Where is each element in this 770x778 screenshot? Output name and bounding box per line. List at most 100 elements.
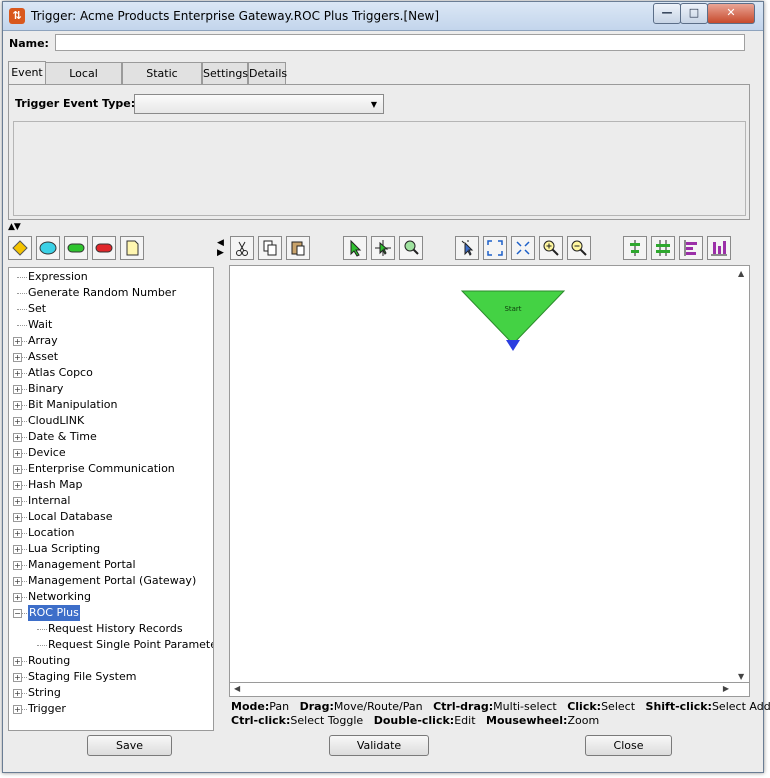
tree-item[interactable]: Generate Random Number [9,285,213,301]
tree-item[interactable]: + Device [9,445,213,461]
expand-icon[interactable]: + [13,593,22,602]
tree-item[interactable]: + Internal [9,493,213,509]
save-button[interactable]: Save [87,735,172,756]
function-tree[interactable]: Expression Generate Random Number Set Wait +… [8,267,214,731]
paste-button[interactable] [286,236,310,260]
palette-red-pill-button[interactable] [92,236,116,260]
expand-icon[interactable]: + [13,705,22,714]
pan-button[interactable] [371,236,395,260]
tree-connector [22,405,27,406]
tree-item[interactable]: + Management Portal [9,557,213,573]
zoom-in-button[interactable] [539,236,563,260]
expand-icon[interactable]: + [13,673,22,682]
expand-icon[interactable]: + [13,385,22,394]
close-button[interactable]: Close [585,735,672,756]
expand-icon[interactable]: + [13,689,22,698]
collapse-arrows-icon[interactable]: ◀ ▶ [217,238,224,258]
start-output-port[interactable] [506,340,520,351]
expand-icon[interactable]: + [13,481,22,490]
palette-note-button[interactable] [120,236,144,260]
tree-item[interactable]: + Trigger [9,701,213,717]
horizontal-scrollbar[interactable]: ◀ ▶ [229,683,750,697]
expand-icon[interactable]: + [13,417,22,426]
zoom-out-button[interactable] [567,236,591,260]
palette-diamond-button[interactable] [8,236,32,260]
expand-icon[interactable]: + [13,497,22,506]
copy-button[interactable] [258,236,282,260]
tab-static-variables[interactable]: Static Variables [122,62,202,102]
tree-item[interactable]: + Date & Time [9,429,213,445]
tree-item[interactable]: + Routing [9,653,213,669]
scroll-right-icon[interactable]: ▶ [723,684,729,693]
scroll-left-icon[interactable]: ◀ [234,684,240,693]
collapse-arrows-icon[interactable]: ▲▼ [8,222,21,232]
tree-item[interactable]: + Array [9,333,213,349]
tree-item[interactable]: − ROC Plus [9,605,213,621]
minimize-button[interactable]: — [653,3,681,24]
tab-event[interactable]: Event [8,61,46,84]
tree-item[interactable]: + String [9,685,213,701]
tab-local-variables[interactable]: Local Variables [45,62,122,102]
tree-item[interactable]: + Lua Scripting [9,541,213,557]
fit-to-window-button[interactable] [483,236,507,260]
tree-item[interactable]: Wait [9,317,213,333]
expand-icon[interactable]: + [13,561,22,570]
tree-item[interactable]: Set [9,301,213,317]
start-node[interactable] [460,290,566,345]
tab-settings[interactable]: Settings [202,62,248,84]
close-window-button[interactable]: ✕ [707,3,755,24]
tree-item[interactable]: + Networking [9,589,213,605]
expand-icon[interactable]: + [13,513,22,522]
tree-item[interactable]: + CloudLINK [9,413,213,429]
tree-item[interactable]: + Location [9,525,213,541]
tree-item[interactable]: + Enterprise Communication [9,461,213,477]
tree-item[interactable]: + Local Database [9,509,213,525]
tab-details[interactable]: Details [248,62,287,84]
palette-oval-button[interactable] [36,236,60,260]
flow-canvas[interactable]: Start ▲ ▼ [229,265,750,683]
expand-icon[interactable]: + [13,657,22,666]
align-vertical-button[interactable] [623,236,647,260]
shrink-button[interactable] [511,236,535,260]
select-all-button[interactable] [455,236,479,260]
expand-icon[interactable]: + [13,353,22,362]
maximize-button[interactable]: □ [680,3,708,24]
zoom-button[interactable] [399,236,423,260]
tree-item[interactable]: Expression [9,269,213,285]
tree-item[interactable]: + Staging File System [9,669,213,685]
tree-child-item[interactable]: Request History Records [9,621,213,637]
trigger-event-type-select[interactable]: ▼ [134,94,384,114]
expand-icon[interactable]: + [13,401,22,410]
expand-icon[interactable]: + [13,545,22,554]
align-left-button[interactable] [679,236,703,260]
title-bar[interactable]: ⇅ Trigger: Acme Products Enterprise Gate… [3,2,763,31]
zoom-in-icon [543,240,559,256]
expand-icon[interactable]: + [13,369,22,378]
expand-icon[interactable]: + [13,433,22,442]
palette-green-pill-button[interactable] [64,236,88,260]
distribute-button[interactable] [651,236,675,260]
align-bottom-button[interactable] [707,236,731,260]
tree-item[interactable]: + Binary [9,381,213,397]
scroll-up-icon[interactable]: ▲ [738,269,744,278]
expand-icon[interactable]: + [13,337,22,346]
validate-button[interactable]: Validate [329,735,429,756]
expand-icon[interactable]: + [13,577,22,586]
horizontal-splitter[interactable]: ▲▼ [8,222,750,232]
tree-item[interactable]: + Management Portal (Gateway) [9,573,213,589]
select-pointer-button[interactable] [343,236,367,260]
tree-item[interactable]: + Asset [9,349,213,365]
name-input[interactable] [55,34,745,51]
tree-child-item[interactable]: Request Single Point Parameters [9,637,213,653]
tree-item[interactable]: + Hash Map [9,477,213,493]
vertical-scrollbar[interactable]: ▲ ▼ [735,266,749,682]
expand-icon[interactable]: + [13,449,22,458]
scroll-down-icon[interactable]: ▼ [738,672,744,681]
tree-item[interactable]: + Atlas Copco [9,365,213,381]
tree-item[interactable]: + Bit Manipulation [9,397,213,413]
vertical-splitter[interactable]: ◀ ▶ [217,236,227,732]
expand-icon[interactable]: + [13,529,22,538]
collapse-icon[interactable]: − [13,609,22,618]
expand-icon[interactable]: + [13,465,22,474]
cut-button[interactable] [230,236,254,260]
